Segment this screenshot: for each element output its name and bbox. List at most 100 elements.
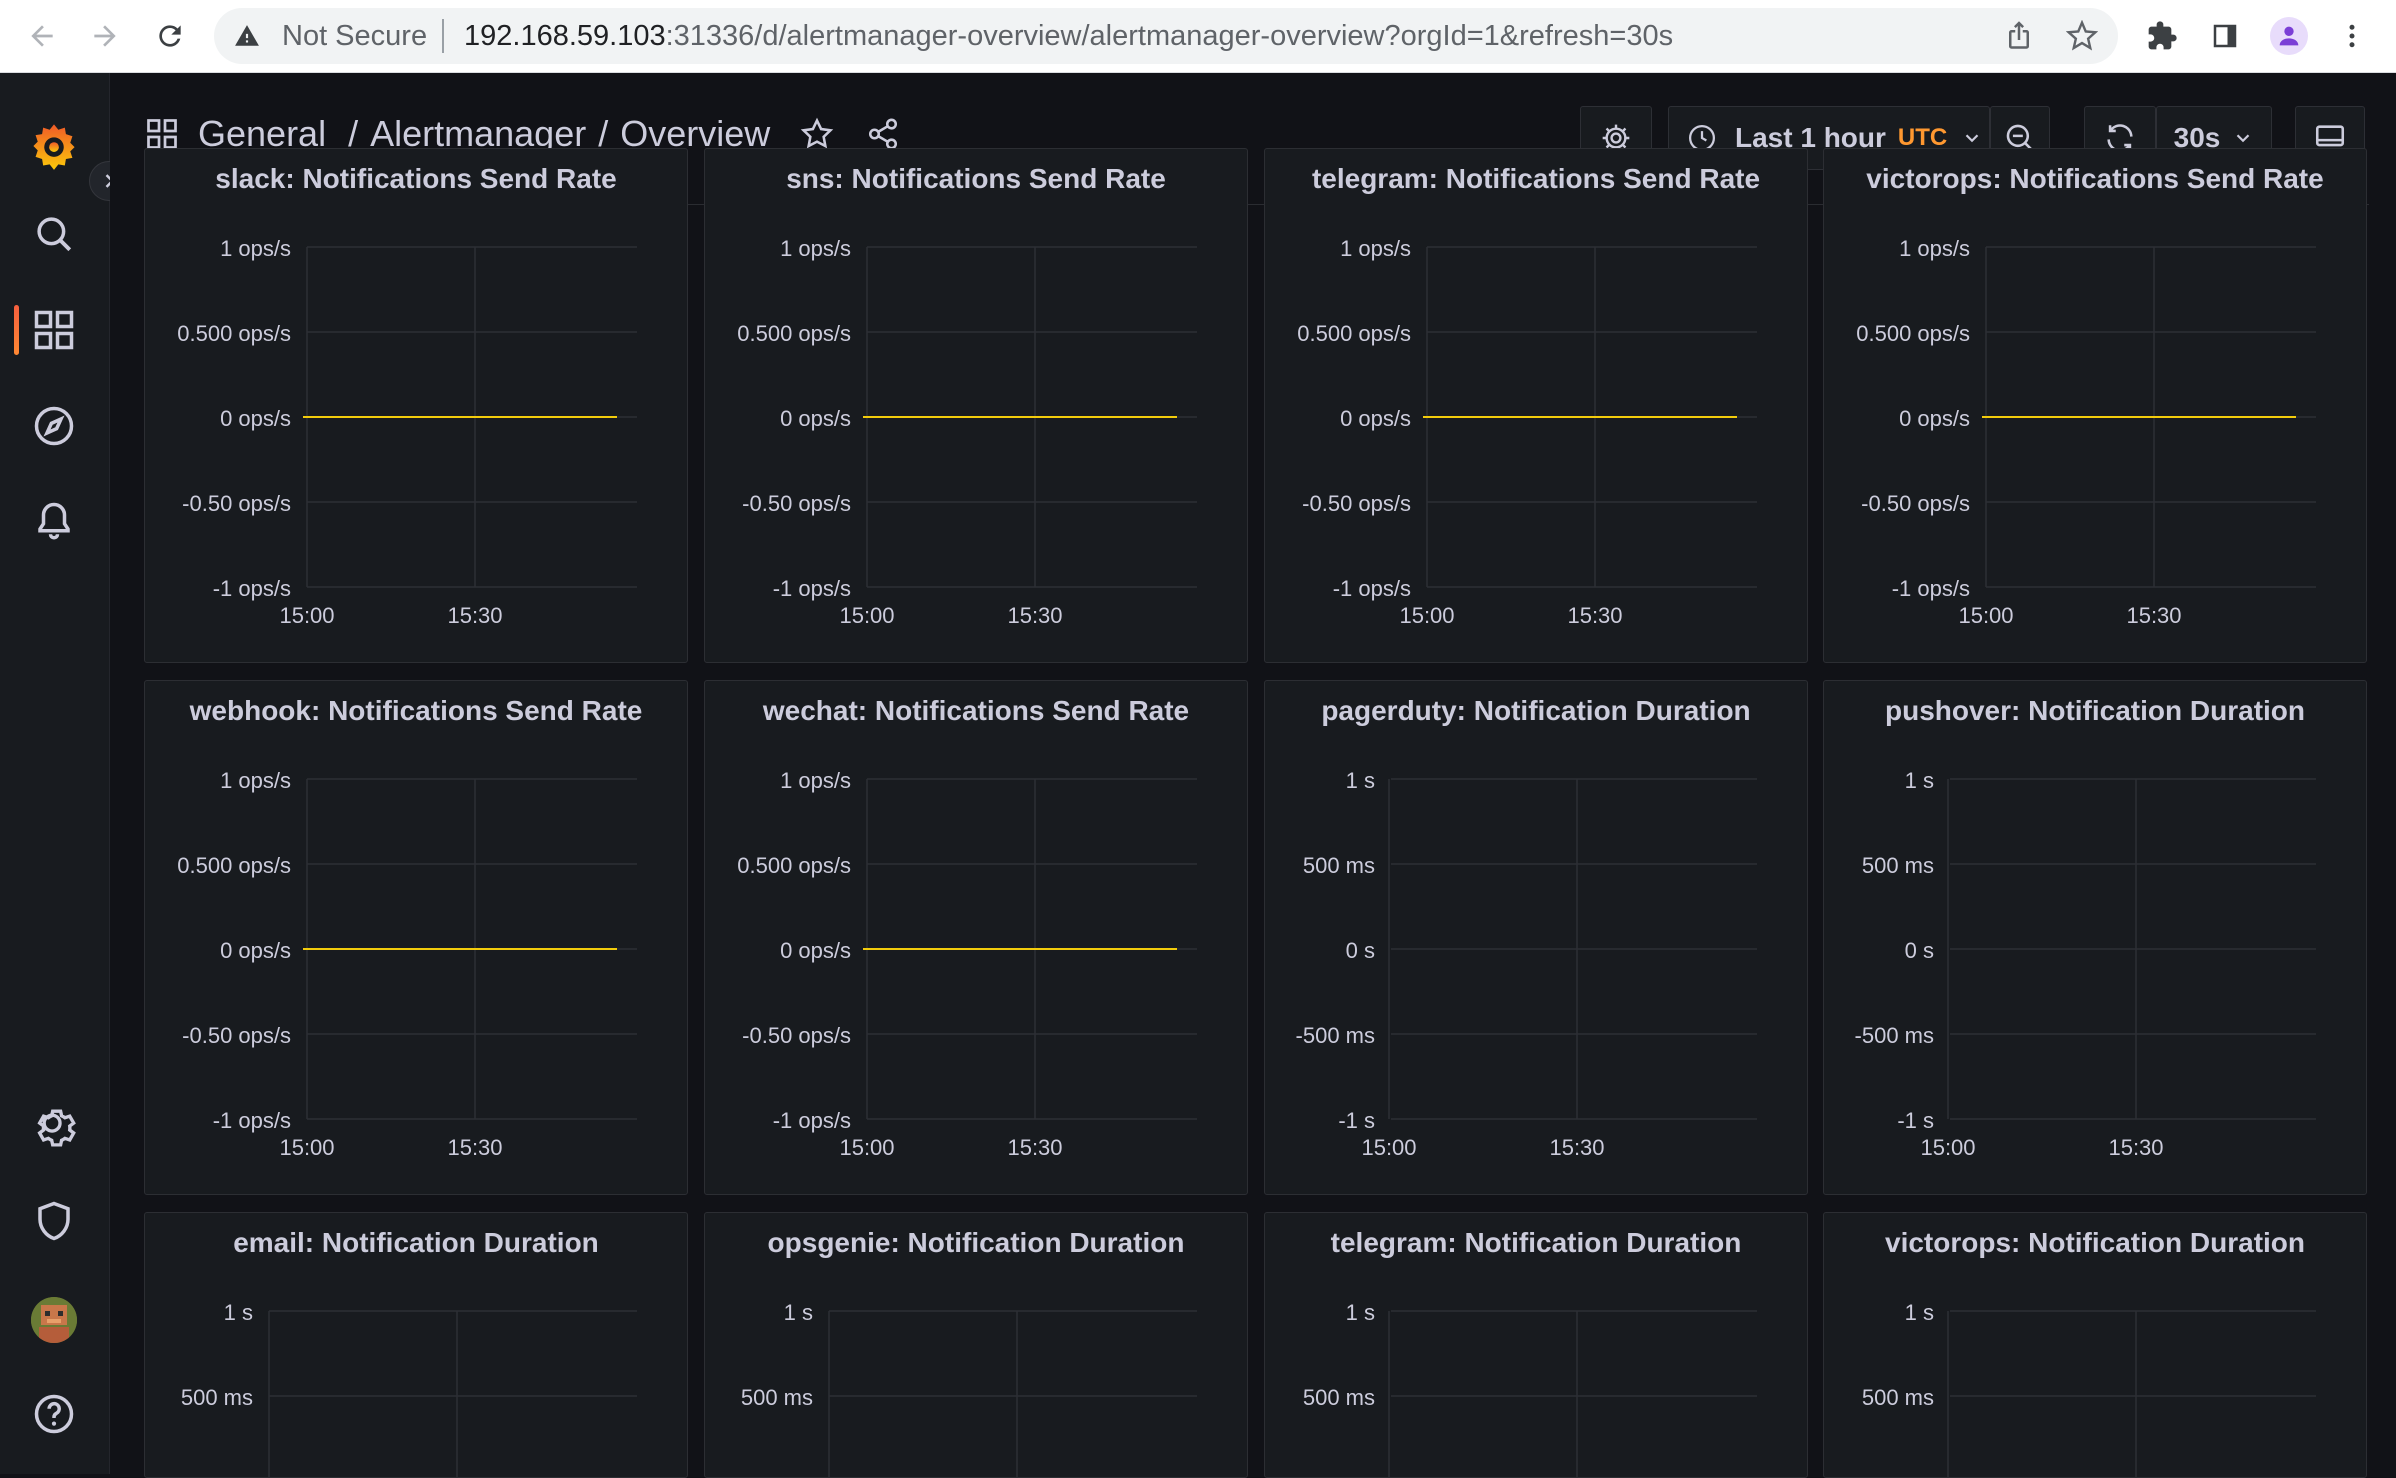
x-axis-tick-label: 15:30: [447, 603, 502, 628]
y-axis-tick-label: -1 ops/s: [213, 576, 291, 601]
browser-menu-button[interactable]: [2330, 14, 2374, 58]
x-axis-tick-label: 15:00: [1958, 603, 2013, 628]
share-icon[interactable]: [2004, 20, 2034, 50]
explore-button[interactable]: [23, 395, 85, 457]
y-axis-tick-label: 1 s: [224, 1300, 253, 1325]
graph-panel[interactable]: wechat: Notifications Send Rate 1 ops/s 0.…: [704, 680, 1248, 1195]
x-axis-tick-label: 15:30: [2126, 603, 2181, 628]
y-axis-tick-label: 0 ops/s: [220, 406, 291, 431]
user-avatar[interactable]: [31, 1297, 77, 1343]
y-axis-tick-label: 500 ms: [1862, 853, 1934, 878]
time-series-chart: 1 ops/s 0.500 ops/s 0 ops/s -0.50 ops/s -1 o…: [1297, 236, 1757, 628]
graph-panel[interactable]: sns: Notifications Send Rate 1 ops/s 0.500…: [704, 148, 1248, 663]
arrow-right-icon: [94, 25, 116, 47]
time-series-chart: 1 s 500 ms: [1862, 1300, 2316, 1477]
y-axis-tick-label: 0.500 ops/s: [737, 853, 851, 878]
configuration-button[interactable]: [23, 1094, 85, 1156]
url-text[interactable]: 192.168.59.103:31336/d/alertmanager-over…: [464, 20, 1673, 53]
graph-panel[interactable]: telegram: Notifications Send Rate 1 ops/s…: [1264, 148, 1808, 663]
x-axis-tick-label: 15:00: [1399, 603, 1454, 628]
y-axis-tick-label: -0.50 ops/s: [182, 491, 291, 516]
y-axis-tick-label: 500 ms: [1303, 853, 1375, 878]
y-axis-tick-label: -0.50 ops/s: [182, 1023, 291, 1048]
bookmark-star-icon[interactable]: [2066, 20, 2098, 52]
y-axis-tick-label: 0.500 ops/s: [1297, 321, 1411, 346]
time-series-chart: 1 ops/s 0.500 ops/s 0 ops/s -0.50 ops/s -1 o…: [177, 236, 637, 628]
server-admin-button[interactable]: [23, 1190, 85, 1252]
profile-button[interactable]: [2267, 14, 2311, 58]
reload-icon: [159, 25, 181, 47]
time-series-chart: 1 s 500 ms: [1303, 1300, 1757, 1477]
x-axis-tick-label: 15:00: [839, 603, 894, 628]
x-axis-tick-label: 15:00: [839, 1135, 894, 1160]
reload-button[interactable]: [148, 14, 192, 58]
warning-icon: [235, 25, 259, 46]
help-button[interactable]: [23, 1383, 85, 1445]
time-series-chart: 1 ops/s 0.500 ops/s 0 ops/s -0.50 ops/s -1 o…: [177, 768, 637, 1160]
y-axis-tick-label: 1 s: [1346, 1300, 1375, 1325]
kebab-menu-icon: [2349, 24, 2355, 48]
y-axis-tick-label: 1 s: [784, 1300, 813, 1325]
graph-panel[interactable]: opsgenie: Notification Duration 1 s 500 ms: [704, 1212, 1248, 1478]
graph-panel[interactable]: pushover: Notification Duration 1 s 500 ms…: [1823, 680, 2367, 1195]
time-series-chart: 1 s 500 ms 0 s -500 ms -1 s15:00 15:30: [1855, 768, 2316, 1160]
time-series-chart: 1 ops/s 0.500 ops/s 0 ops/s -0.50 ops/s -1 o…: [737, 768, 1197, 1160]
user-avatar-icon: [31, 1297, 77, 1343]
arrow-left-icon: [31, 25, 53, 47]
graph-panel[interactable]: victorops: Notification Duration 1 s 500 m…: [1823, 1212, 2367, 1478]
y-axis-tick-label: -1 s: [1338, 1108, 1375, 1133]
side-menu: [0, 73, 129, 1474]
y-axis-tick-label: 0 ops/s: [1340, 406, 1411, 431]
graph-panel[interactable]: slack: Notifications Send Rate 1 ops/s 0.5…: [144, 148, 688, 663]
gear-icon: [37, 1109, 76, 1147]
y-axis-tick-label: 1 s: [1905, 1300, 1934, 1325]
y-axis-tick-label: 0.500 ops/s: [177, 853, 291, 878]
y-axis-tick-label: 1 ops/s: [1340, 236, 1411, 261]
graph-panel[interactable]: webhook: Notifications Send Rate 1 ops/s 0…: [144, 680, 688, 1195]
security-label: Not Secure: [282, 20, 428, 52]
compass-icon: [34, 406, 74, 446]
back-button[interactable]: [20, 14, 64, 58]
bell-icon: [38, 502, 70, 540]
y-axis-tick-label: -500 ms: [1855, 1023, 1934, 1048]
y-axis-tick-label: -0.50 ops/s: [1302, 491, 1411, 516]
star-icon[interactable]: [800, 117, 834, 151]
graph-panel[interactable]: pagerduty: Notification Duration 1 s 500 m…: [1264, 680, 1808, 1195]
y-axis-tick-label: 0 s: [1346, 938, 1375, 963]
y-axis-tick-label: 500 ms: [1862, 1385, 1934, 1410]
forward-button[interactable]: [83, 14, 127, 58]
address-bar[interactable]: Not Secure 192.168.59.103:31336/d/alertm…: [214, 8, 2118, 64]
graph-panel[interactable]: telegram: Notification Duration 1 s 500 ms: [1264, 1212, 1808, 1478]
shield-icon: [38, 1201, 70, 1241]
alerting-button[interactable]: [23, 491, 85, 553]
x-axis-tick-label: 15:00: [1361, 1135, 1416, 1160]
side-panel-button[interactable]: [2203, 14, 2247, 58]
y-axis-tick-label: 0 s: [1905, 938, 1934, 963]
share-icon[interactable]: [866, 117, 900, 151]
search-button[interactable]: [23, 203, 85, 265]
x-axis-tick-label: 15:30: [1549, 1135, 1604, 1160]
graph-panel[interactable]: email: Notification Duration 1 s 500 ms: [144, 1212, 688, 1478]
y-axis-tick-label: 0.500 ops/s: [177, 321, 291, 346]
graph-panel[interactable]: victorops: Notifications Send Rate 1 ops/…: [1823, 148, 2367, 663]
grafana-logo-icon: [33, 124, 75, 170]
x-axis-tick-label: 15:30: [2108, 1135, 2163, 1160]
x-axis-tick-label: 15:00: [1920, 1135, 1975, 1160]
grafana-logo-button[interactable]: [23, 115, 85, 177]
time-series-chart: 1 s 500 ms: [181, 1300, 637, 1477]
extensions-button[interactable]: [2140, 14, 2184, 58]
dashboards-button[interactable]: [23, 299, 85, 361]
y-axis-tick-label: -1 ops/s: [773, 1108, 851, 1133]
grafana-app: General / Alertmanager / Overview Last 1…: [0, 73, 2396, 1478]
time-series-chart: 1 s 500 ms: [741, 1300, 1197, 1477]
search-icon: [37, 217, 72, 252]
omnibox-divider: [442, 19, 444, 53]
y-axis-tick-label: 500 ms: [741, 1385, 813, 1410]
y-axis-tick-label: 1 ops/s: [220, 768, 291, 793]
y-axis-tick-label: 1 s: [1346, 768, 1375, 793]
x-axis-tick-label: 15:30: [1007, 1135, 1062, 1160]
y-axis-tick-label: -1 ops/s: [1333, 576, 1411, 601]
x-axis-tick-label: 15:30: [447, 1135, 502, 1160]
y-axis-tick-label: 0.500 ops/s: [1856, 321, 1970, 346]
y-axis-tick-label: -500 ms: [1296, 1023, 1375, 1048]
